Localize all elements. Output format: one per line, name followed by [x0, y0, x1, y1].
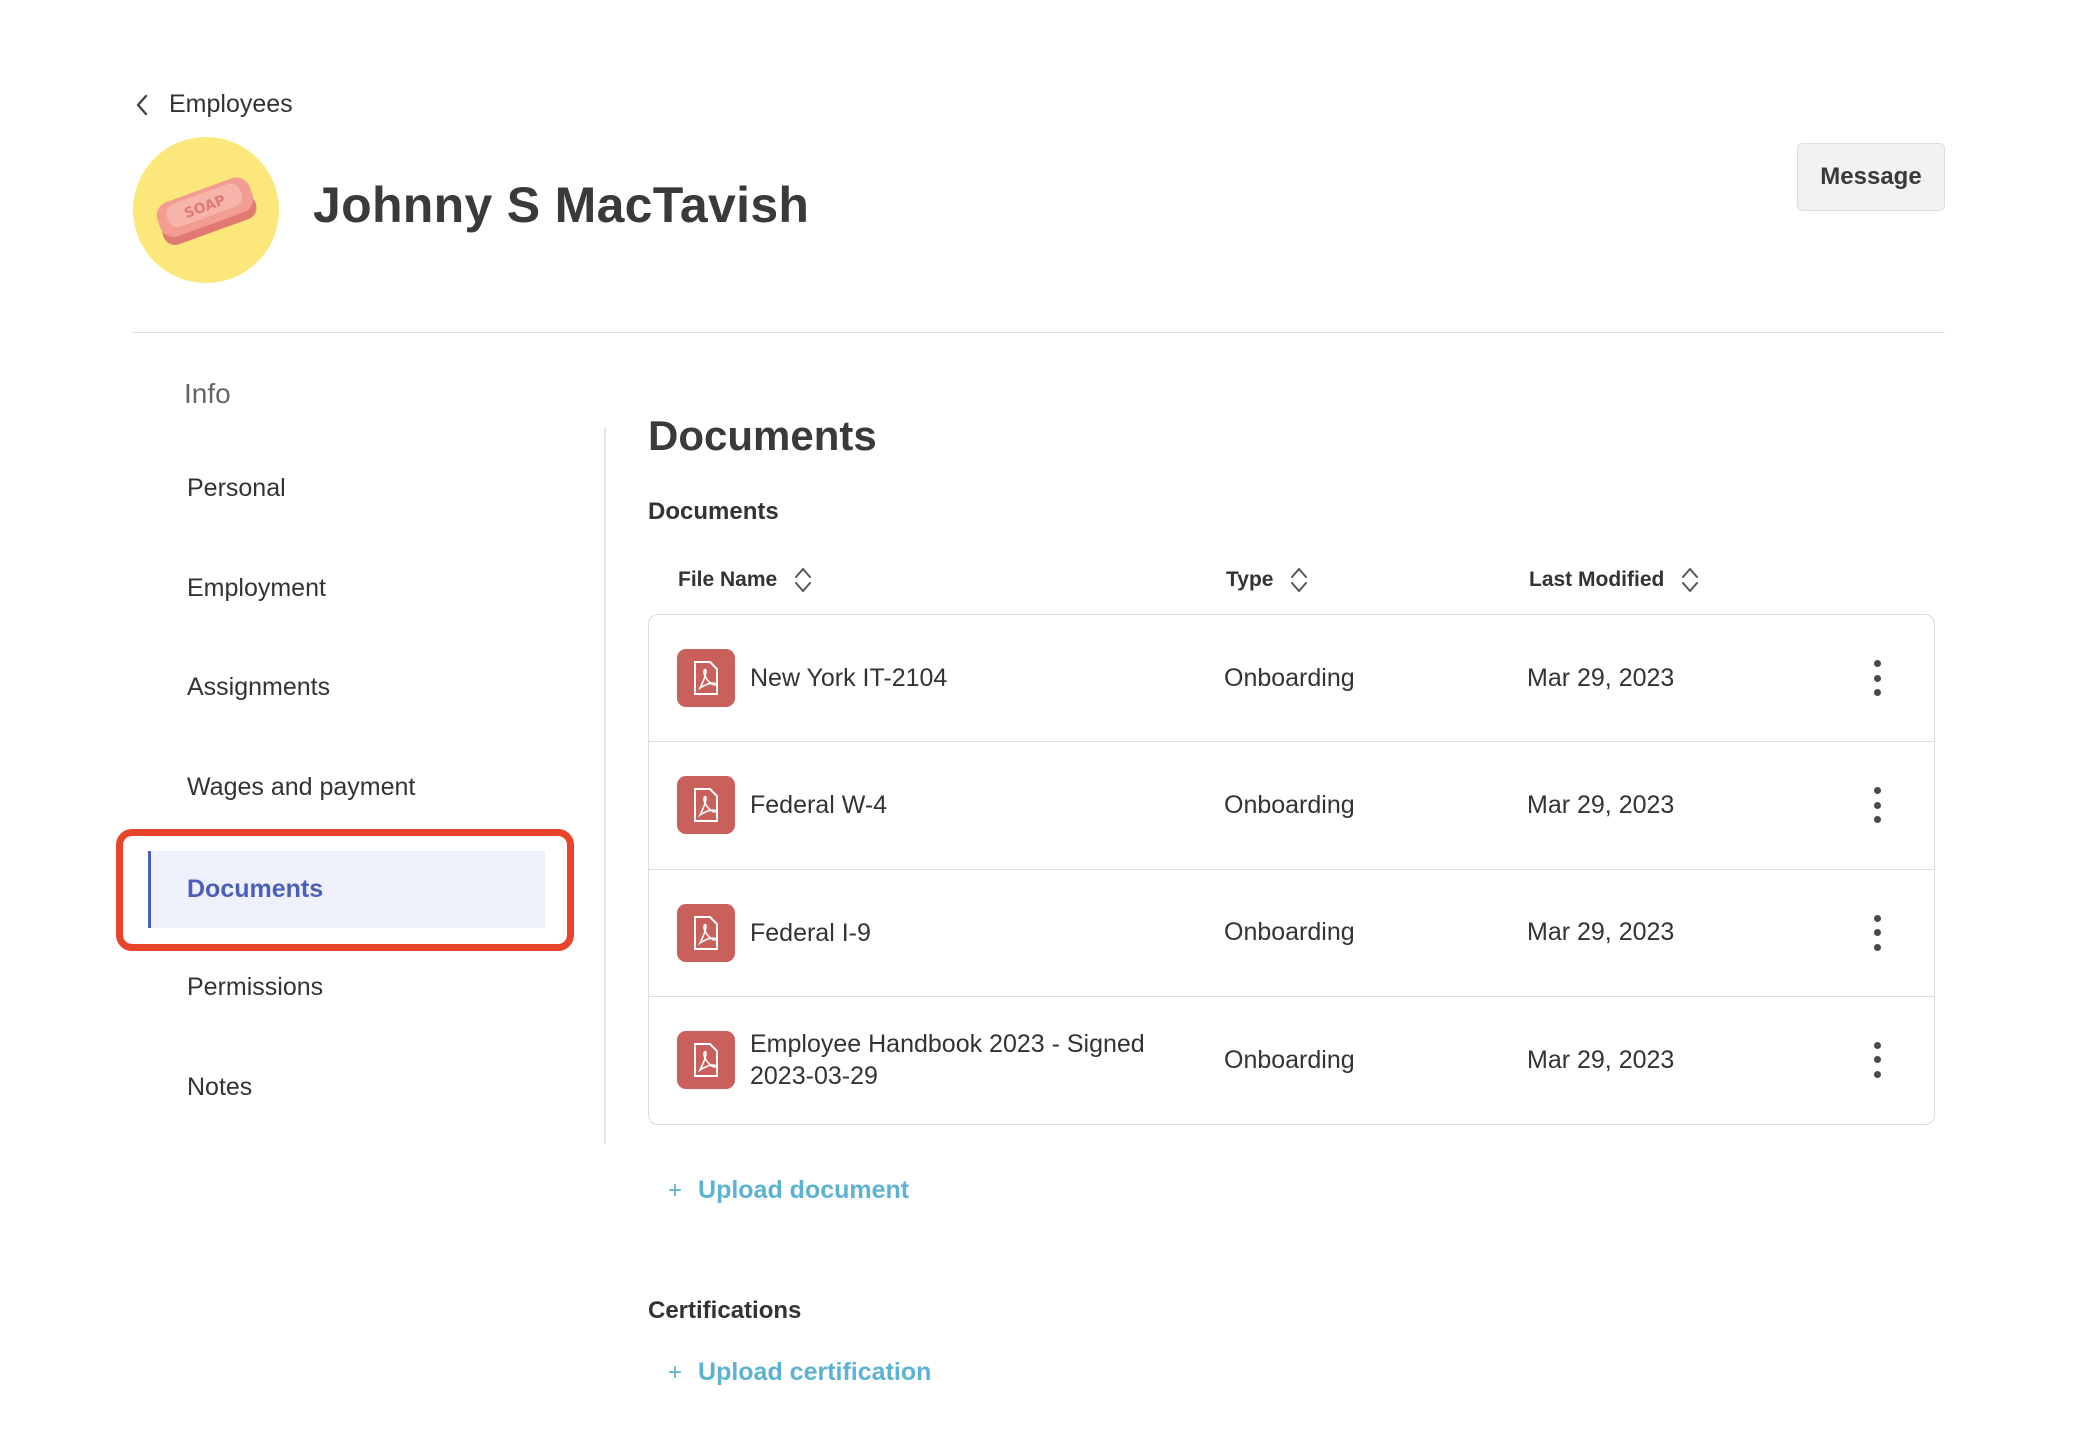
pdf-icon [677, 776, 735, 835]
pdf-icon [677, 1030, 735, 1089]
file-name-link[interactable]: Federal I-9 [750, 870, 1190, 996]
upload-certification-label: Upload certification [698, 1358, 932, 1386]
sort-icon [1682, 568, 1699, 592]
header-divider [133, 332, 1945, 333]
upload-document-label: Upload document [698, 1176, 910, 1204]
avatar: SOAP [133, 137, 279, 283]
file-name-link[interactable]: New York IT-2104 [750, 615, 1190, 741]
last-modified-date: Mar 29, 2023 [1527, 918, 1675, 947]
column-header-type[interactable]: Type [1226, 565, 1309, 595]
sidebar-item-permissions[interactable]: Permissions [187, 973, 323, 1002]
file-name-link[interactable]: Employee Handbook 2023 - Signed 2023-03-… [750, 997, 1190, 1124]
sort-icon [795, 568, 812, 592]
pdf-icon [677, 649, 735, 707]
sidebar-divider [604, 428, 606, 1144]
message-button[interactable]: Message [1797, 143, 1945, 211]
soap-avatar-illustration: SOAP [156, 177, 257, 245]
kebab-menu-icon[interactable] [1862, 785, 1892, 825]
document-type: Onboarding [1224, 1045, 1355, 1074]
sidebar-heading: Info [184, 378, 231, 409]
sidebar-item-wages-and-payment[interactable]: Wages and payment [187, 773, 415, 802]
document-type: Onboarding [1224, 918, 1355, 947]
upload-certification-link[interactable]: + Upload certification [668, 1358, 931, 1387]
table-row: Employee Handbook 2023 - Signed 2023-03-… [649, 997, 1934, 1124]
sidebar-item-label: Documents [187, 875, 324, 903]
pdf-icon [677, 903, 735, 962]
employee-name: Johnny S MacTavish [313, 177, 810, 233]
back-link-label: Employees [169, 90, 293, 118]
file-name-link[interactable]: Federal W-4 [750, 742, 1190, 868]
table-row: Federal I-9 Onboarding Mar 29, 2023 [649, 870, 1934, 997]
sidebar-item-personal[interactable]: Personal [187, 474, 286, 503]
last-modified-date: Mar 29, 2023 [1527, 663, 1675, 692]
sidebar-item-assignments[interactable]: Assignments [187, 673, 330, 702]
last-modified-date: Mar 29, 2023 [1527, 1045, 1675, 1074]
table-row: Federal W-4 Onboarding Mar 29, 2023 [649, 742, 1934, 870]
document-type: Onboarding [1224, 790, 1355, 819]
page-title: Documents [648, 412, 877, 459]
documents-section-title: Documents [648, 498, 779, 525]
plus-icon: + [668, 1176, 683, 1204]
documents-table: New York IT-2104 Onboarding Mar 29, 2023… [648, 614, 1935, 1125]
sidebar-item-documents[interactable]: Documents [148, 851, 545, 928]
chevron-left-icon [136, 94, 148, 115]
last-modified-date: Mar 29, 2023 [1527, 790, 1675, 819]
document-type: Onboarding [1224, 663, 1355, 692]
sidebar-item-employment[interactable]: Employment [187, 574, 326, 603]
kebab-menu-icon[interactable] [1862, 658, 1892, 698]
sort-icon [1291, 568, 1308, 592]
column-header-label: File Name [678, 568, 778, 591]
kebab-menu-icon[interactable] [1862, 1040, 1892, 1080]
table-row: New York IT-2104 Onboarding Mar 29, 2023 [649, 615, 1934, 743]
column-header-file-name[interactable]: File Name [678, 565, 813, 595]
plus-icon: + [668, 1358, 683, 1386]
certifications-section-title: Certifications [648, 1297, 802, 1324]
column-header-last-modified[interactable]: Last Modified [1529, 565, 1700, 595]
upload-document-link[interactable]: + Upload document [668, 1176, 909, 1205]
sidebar-item-notes[interactable]: Notes [187, 1073, 252, 1102]
kebab-menu-icon[interactable] [1862, 913, 1892, 953]
back-to-employees-link[interactable]: Employees [133, 90, 293, 119]
column-header-label: Last Modified [1529, 568, 1665, 591]
column-header-label: Type [1226, 568, 1274, 591]
